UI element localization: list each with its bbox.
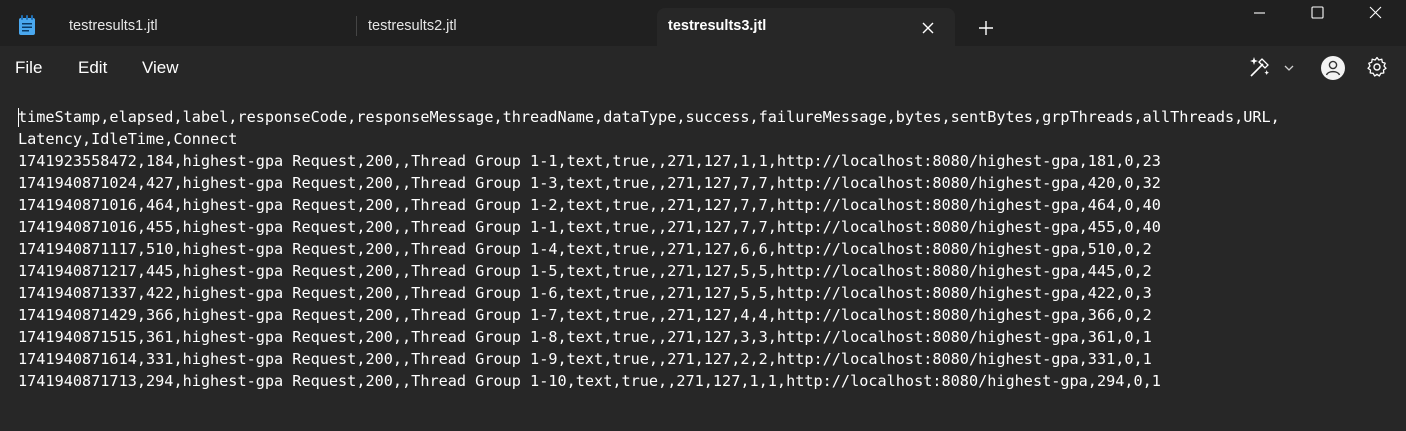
menu-file[interactable]: File — [15, 58, 42, 78]
window-close-icon[interactable] — [1352, 0, 1398, 30]
menu-bar: File Edit View — [0, 46, 1406, 90]
close-icon[interactable] — [918, 18, 938, 38]
copilot-sparkle-icon[interactable] — [1245, 54, 1301, 82]
text-editor[interactable]: timeStamp,elapsed,label,responseCode,res… — [0, 90, 1406, 431]
text-line: 1741940871337,422,highest-gpa Request,20… — [18, 284, 1152, 302]
text-line: 1741940871515,361,highest-gpa Request,20… — [18, 328, 1152, 346]
minimize-icon[interactable] — [1236, 0, 1282, 30]
text-line: 1741923558472,184,highest-gpa Request,20… — [18, 152, 1161, 170]
tab-testresults2[interactable]: testresults2.jtl — [356, 8, 656, 46]
text-line: 1741940871614,331,highest-gpa Request,20… — [18, 350, 1152, 368]
maximize-icon[interactable] — [1294, 0, 1340, 30]
tab-label: testresults3.jtl — [668, 18, 767, 34]
notepad-icon — [19, 15, 35, 35]
menu-view[interactable]: View — [142, 58, 179, 78]
text-line: 1741940871024,427,highest-gpa Request,20… — [18, 174, 1161, 192]
editor-content[interactable]: timeStamp,elapsed,label,responseCode,res… — [18, 106, 1280, 392]
tab-label: testresults2.jtl — [368, 18, 457, 34]
text-line: Latency,IdleTime,Connect — [18, 130, 238, 148]
tab-label: testresults1.jtl — [69, 18, 158, 34]
text-line: 1741940871016,455,highest-gpa Request,20… — [18, 218, 1161, 236]
tab-testresults1[interactable]: testresults1.jtl — [52, 8, 355, 46]
text-line: 1741940871117,510,highest-gpa Request,20… — [18, 240, 1152, 258]
title-bar: testresults1.jtl testresults2.jtl testre… — [0, 0, 1406, 48]
text-caret — [18, 108, 19, 127]
menu-edit[interactable]: Edit — [78, 58, 107, 78]
gear-icon[interactable] — [1366, 56, 1388, 78]
plus-icon[interactable] — [974, 16, 998, 40]
account-icon[interactable] — [1320, 55, 1346, 81]
tab-testresults3[interactable]: testresults3.jtl — [657, 8, 955, 48]
text-line: timeStamp,elapsed,label,responseCode,res… — [18, 108, 1280, 126]
text-line: 1741940871016,464,highest-gpa Request,20… — [18, 196, 1161, 214]
text-line: 1741940871429,366,highest-gpa Request,20… — [18, 306, 1152, 324]
text-line: 1741940871217,445,highest-gpa Request,20… — [18, 262, 1152, 280]
text-line: 1741940871713,294,highest-gpa Request,20… — [18, 372, 1161, 390]
